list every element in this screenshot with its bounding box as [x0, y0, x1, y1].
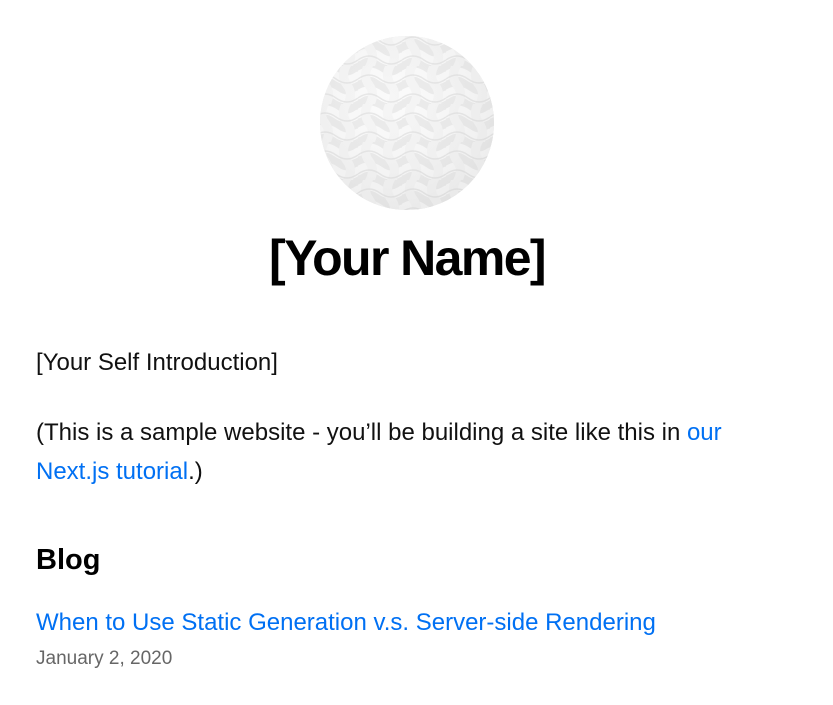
blog-post-title-link[interactable]: When to Use Static Generation v.s. Serve… [36, 606, 656, 640]
sample-note-suffix: .) [188, 458, 203, 485]
profile-header: [Your Name] [36, 0, 778, 288]
blog-post-date: January 2, 2020 [36, 648, 173, 669]
list-item: When to Use Static Generation v.s. Serve… [36, 606, 656, 672]
woven-pattern-icon [320, 36, 494, 210]
profile-avatar [320, 36, 494, 210]
page-container: [Your Name] [Your Self Introduction] (Th… [36, 0, 796, 669]
blog-heading: Blog [36, 544, 101, 576]
self-introduction: [Your Self Introduction] [36, 349, 278, 376]
sample-website-note: (This is a sample website - you’ll be bu… [36, 413, 776, 491]
sample-note-prefix: (This is a sample website - you’ll be bu… [36, 419, 687, 446]
page-title: [Your Name] [269, 230, 547, 286]
blog-post-list: When to Use Static Generation v.s. Serve… [36, 606, 656, 672]
